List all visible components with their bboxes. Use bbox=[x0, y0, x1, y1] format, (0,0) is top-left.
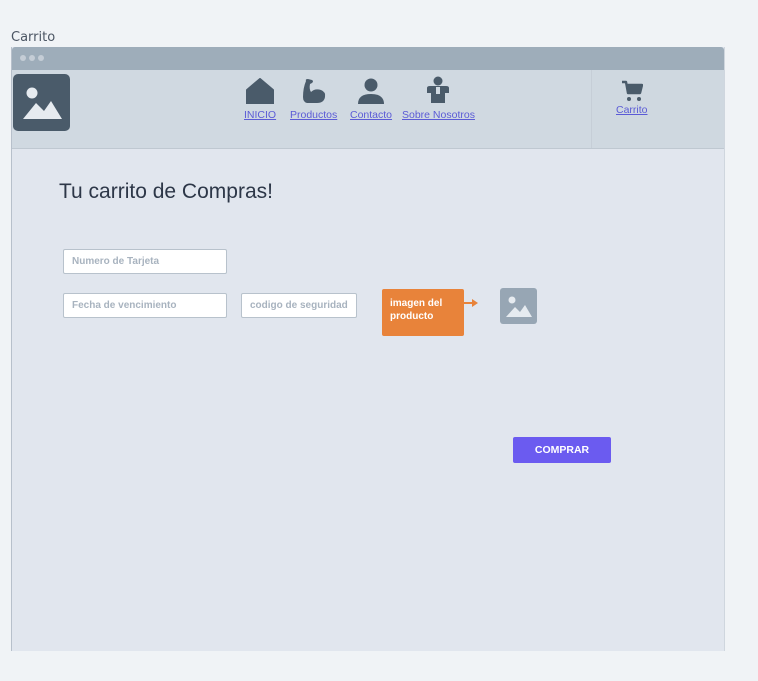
nav-item-inicio[interactable]: INICIO bbox=[244, 76, 276, 121]
nav-link-carrito[interactable]: Carrito bbox=[616, 104, 648, 116]
bicep-icon bbox=[301, 76, 327, 104]
page-title: Tu carrito de Compras! bbox=[59, 180, 273, 203]
arrow-right-icon bbox=[464, 299, 478, 307]
product-image-tooltip: imagen del producto bbox=[382, 289, 464, 336]
logo-image-icon[interactable] bbox=[13, 74, 70, 131]
window-dot bbox=[20, 55, 26, 61]
window-titlebar bbox=[12, 47, 724, 70]
expiry-date-input[interactable] bbox=[63, 293, 227, 318]
product-image-icon bbox=[500, 288, 537, 324]
browser-window: INICIO Productos Contacto Sobre Nosotros… bbox=[11, 47, 725, 651]
security-code-input[interactable] bbox=[241, 293, 357, 318]
tooltip-line-2: producto bbox=[390, 311, 434, 322]
nav-item-contacto[interactable]: Contacto bbox=[350, 76, 392, 121]
nav-link-productos[interactable]: Productos bbox=[290, 109, 337, 121]
window-dot bbox=[29, 55, 35, 61]
frame-label: Carrito bbox=[11, 30, 56, 45]
window-dot bbox=[38, 55, 44, 61]
cart-area: Carrito bbox=[591, 70, 724, 148]
team-person-icon bbox=[424, 76, 452, 104]
nav-link-sobre-nosotros[interactable]: Sobre Nosotros bbox=[402, 109, 475, 121]
nav-link-inicio[interactable]: INICIO bbox=[244, 109, 276, 121]
nav-link-contacto[interactable]: Contacto bbox=[350, 109, 392, 121]
tooltip-line-1: imagen del bbox=[390, 298, 443, 309]
nav-item-productos[interactable]: Productos bbox=[290, 76, 337, 121]
person-icon bbox=[357, 76, 385, 104]
card-number-input[interactable] bbox=[63, 249, 227, 274]
buy-button[interactable]: COMPRAR bbox=[513, 437, 611, 463]
nav-item-carrito[interactable]: Carrito bbox=[616, 80, 648, 116]
home-icon bbox=[246, 76, 275, 104]
navbar: INICIO Productos Contacto Sobre Nosotros… bbox=[12, 70, 724, 149]
cart-icon bbox=[621, 80, 643, 102]
nav-item-sobre-nosotros[interactable]: Sobre Nosotros bbox=[402, 76, 475, 121]
